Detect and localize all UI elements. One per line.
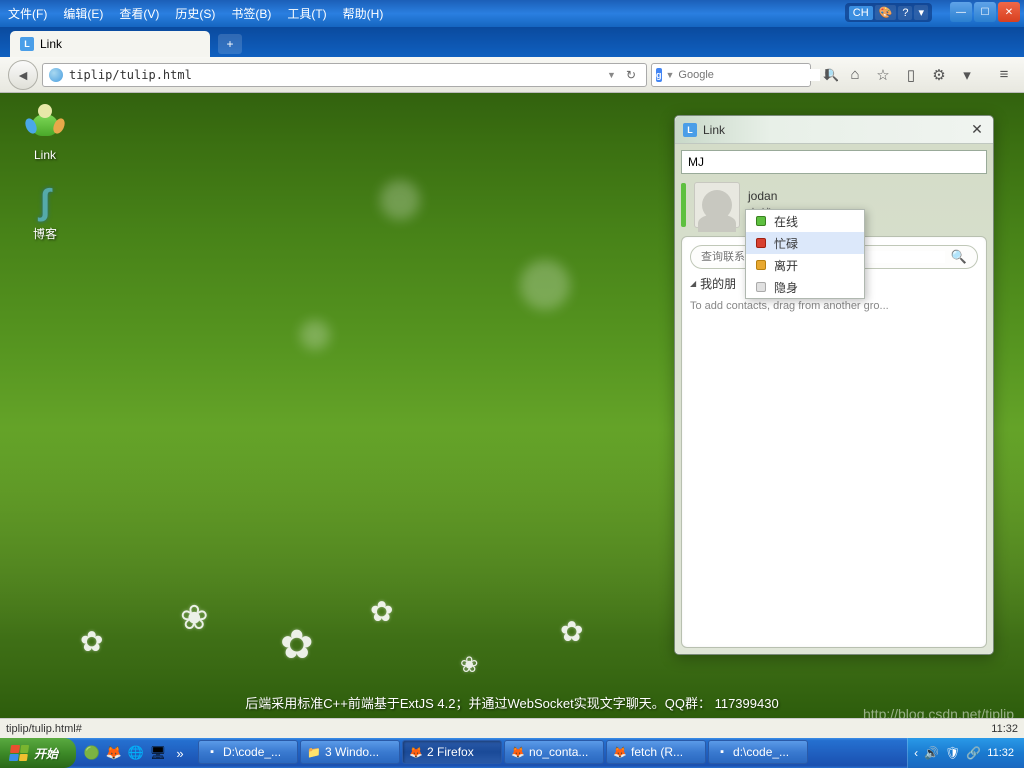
windows-logo-icon xyxy=(9,745,29,761)
tab-strip: L Link + xyxy=(0,27,1024,57)
status-dot-red-icon xyxy=(756,238,766,248)
search-icon[interactable]: 🔍 xyxy=(951,249,967,265)
firefox-icon: 🦊 xyxy=(409,745,423,759)
library-button[interactable]: ▯ xyxy=(899,63,923,87)
addon2-button[interactable]: ▾ xyxy=(955,63,979,87)
status-bar: tiplip/tulip.html# 11:32 xyxy=(0,718,1024,738)
navbar: ◄ ▼ ↻ g ▼ 🔍 ⬇ ⌂ ☆ ▯ ⚙ ▾ ≡ xyxy=(0,57,1024,93)
desktop-link-label: Link xyxy=(34,148,56,162)
chat-window-icon: L xyxy=(683,123,697,137)
tray-shield-icon[interactable]: 🛡 xyxy=(945,746,960,760)
window-close-button[interactable]: ✕ xyxy=(998,2,1020,22)
status-menu: 在线 忙碌 离开 隐身 xyxy=(745,209,865,299)
presence-indicator xyxy=(681,183,686,227)
desktop-blog-icon[interactable]: ∫ 博客 xyxy=(10,182,80,242)
downloads-button[interactable]: ⬇ xyxy=(815,63,839,87)
url-input[interactable] xyxy=(69,68,601,82)
menu-file[interactable]: 文件(F) xyxy=(0,1,55,26)
tray-net-icon[interactable]: 🔗 xyxy=(966,746,981,760)
triangle-down-icon: ◢ xyxy=(690,279,696,288)
menu-edit[interactable]: 编辑(E) xyxy=(55,1,111,26)
globe-icon xyxy=(49,68,63,82)
new-tab-button[interactable]: + xyxy=(218,34,242,54)
desktop-icons: Link ∫ 博客 xyxy=(10,105,80,262)
ql-ie-icon[interactable]: 🌐 xyxy=(126,743,146,763)
cmd-icon: ▪ xyxy=(205,745,219,759)
google-icon: g xyxy=(656,68,662,82)
menu-history[interactable]: 历史(S) xyxy=(167,1,223,26)
task-buttons: ▪D:\code_... 📁3 Windo... 🦊2 Firefox 🦊no_… xyxy=(196,740,907,766)
status-busy[interactable]: 忙碌 xyxy=(746,232,864,254)
blog-icon: ∫ xyxy=(25,182,65,222)
chat-window-close-button[interactable]: ✕ xyxy=(969,122,985,138)
task-nocontact[interactable]: 🦊no_conta... xyxy=(504,740,604,764)
status-left: tiplip/tulip.html# xyxy=(6,723,82,735)
hamburger-menu-button[interactable]: ≡ xyxy=(992,63,1016,87)
task-cmd1[interactable]: ▪D:\code_... xyxy=(198,740,298,764)
task-cmd2[interactable]: ▪d:\code_... xyxy=(708,740,808,764)
ql-desktop-icon[interactable]: 🖥 xyxy=(148,743,168,763)
firefox-icon: 🦊 xyxy=(511,745,525,759)
bookmark-star-button[interactable]: ☆ xyxy=(871,63,895,87)
ime-help-icon[interactable]: ? xyxy=(898,6,912,20)
ime-lang[interactable]: CH xyxy=(849,6,873,20)
avatar[interactable] xyxy=(694,182,740,228)
url-bar[interactable]: ▼ ↻ xyxy=(42,63,647,87)
status-invisible[interactable]: 隐身 xyxy=(746,276,864,298)
reload-button[interactable]: ↻ xyxy=(622,68,640,82)
empty-hint: To add contacts, drag from another gro..… xyxy=(690,298,978,314)
chat-window-titlebar[interactable]: L Link ✕ xyxy=(675,116,993,144)
group-label: 我的朋 xyxy=(700,275,736,292)
desktop-link-icon[interactable]: Link xyxy=(10,105,80,162)
addon-button[interactable]: ⚙ xyxy=(927,63,951,87)
browser-tab[interactable]: L Link xyxy=(10,31,210,57)
window-maximize-button[interactable]: ☐ xyxy=(974,2,996,22)
chat-window: L Link ✕ jodan 在线▼ 🔍 ◢ 我的朋 To add xyxy=(674,115,994,655)
task-firefox[interactable]: 🦊2 Firefox xyxy=(402,740,502,764)
taskbar-clock[interactable]: 11:32 xyxy=(987,747,1014,759)
tab-favicon-icon: L xyxy=(20,37,34,51)
profile-name: jodan xyxy=(748,189,783,203)
quicklaunch: 🟢 🦊 🌐 🖥 » xyxy=(76,738,196,768)
tray-volume-icon[interactable]: 🔊 xyxy=(924,746,939,760)
ql-msn-icon[interactable]: 🟢 xyxy=(82,743,102,763)
ime-drop-icon[interactable]: ▾ xyxy=(914,5,928,20)
firefox-icon: 🦊 xyxy=(613,745,627,759)
window-minimize-button[interactable]: — xyxy=(950,2,972,22)
status-online[interactable]: 在线 xyxy=(746,210,864,232)
nickname-input[interactable] xyxy=(681,150,987,174)
tray-hide-icon[interactable]: ‹ xyxy=(914,746,918,760)
tab-title: Link xyxy=(40,37,62,51)
home-button[interactable]: ⌂ xyxy=(843,63,867,87)
ime-tool-icon[interactable]: 🎨 xyxy=(875,5,897,20)
status-away[interactable]: 离开 xyxy=(746,254,864,276)
menubar: 文件(F) 编辑(E) 查看(V) 历史(S) 书签(B) 工具(T) 帮助(H… xyxy=(0,0,1024,27)
systray: ‹ 🔊 🛡 🔗 11:32 xyxy=(907,738,1024,768)
status-dot-gray-icon xyxy=(756,282,766,292)
status-dot-green-icon xyxy=(756,216,766,226)
menu-bookmarks[interactable]: 书签(B) xyxy=(223,1,279,26)
desktop-blog-label: 博客 xyxy=(33,225,57,242)
task-explorer[interactable]: 📁3 Windo... xyxy=(300,740,400,764)
folder-icon: 📁 xyxy=(307,745,321,759)
status-right: 11:32 xyxy=(991,723,1018,735)
ime-bar[interactable]: CH 🎨 ? ▾ xyxy=(845,3,932,22)
menu-view[interactable]: 查看(V) xyxy=(111,1,167,26)
ql-more-icon[interactable]: » xyxy=(170,743,190,763)
chat-window-title: Link xyxy=(703,123,963,137)
menu-help[interactable]: 帮助(H) xyxy=(335,1,392,26)
start-button[interactable]: 开始 xyxy=(0,738,76,768)
messenger-icon xyxy=(25,105,65,145)
task-fetch[interactable]: 🦊fetch (R... xyxy=(606,740,706,764)
taskbar: 开始 🟢 🦊 🌐 🖥 » ▪D:\code_... 📁3 Windo... 🦊2… xyxy=(0,738,1024,768)
search-bar[interactable]: g ▼ 🔍 xyxy=(651,63,811,87)
back-button[interactable]: ◄ xyxy=(8,60,38,90)
url-dropdown-icon[interactable]: ▼ xyxy=(607,70,616,80)
ql-firefox-icon[interactable]: 🦊 xyxy=(104,743,124,763)
search-drop-icon[interactable]: ▼ xyxy=(666,70,675,80)
status-dot-orange-icon xyxy=(756,260,766,270)
search-input[interactable] xyxy=(678,69,820,81)
menu-tools[interactable]: 工具(T) xyxy=(279,1,334,26)
cmd-icon: ▪ xyxy=(715,745,729,759)
